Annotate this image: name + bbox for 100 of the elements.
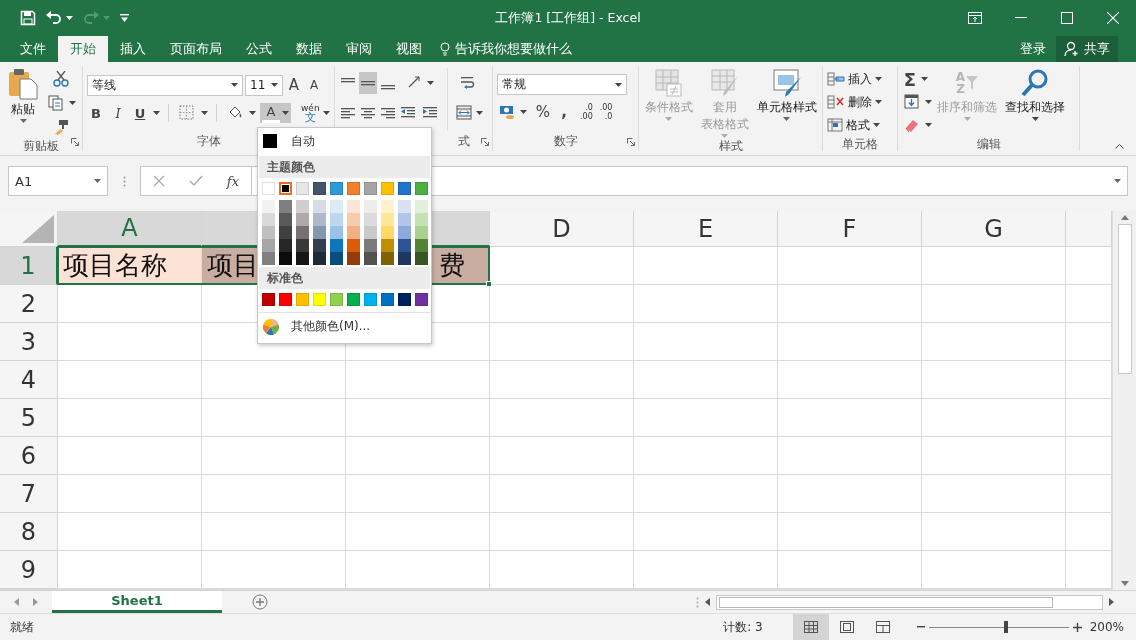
scrollbar-thumb[interactable] [1117, 224, 1132, 374]
percent-button[interactable]: % [534, 101, 552, 123]
color-swatch[interactable] [279, 239, 292, 252]
caret-icon[interactable] [875, 100, 882, 104]
color-swatch[interactable] [279, 213, 292, 226]
color-swatch[interactable] [347, 226, 360, 239]
ribbon-tab[interactable]: 插入 [108, 36, 158, 62]
ribbon-display-icon[interactable] [968, 12, 982, 24]
color-swatch[interactable] [330, 226, 343, 239]
customize-icon[interactable] [120, 14, 129, 22]
format-painter-icon[interactable] [53, 119, 69, 135]
color-swatch[interactable] [313, 239, 326, 252]
color-swatch[interactable] [415, 200, 428, 213]
scroll-up-icon[interactable] [1120, 215, 1129, 220]
color-swatch[interactable] [398, 200, 411, 213]
shrink-font-button[interactable]: A [305, 74, 323, 96]
column-header[interactable]: E [634, 211, 778, 247]
underline-button[interactable]: U [131, 102, 149, 124]
scrollbar-thumb[interactable] [719, 596, 1053, 608]
italic-button[interactable]: I [109, 102, 127, 124]
caret-icon[interactable] [282, 111, 289, 115]
color-swatch[interactable] [262, 239, 275, 252]
color-swatch[interactable] [415, 226, 428, 239]
color-swatch[interactable] [364, 252, 377, 265]
scroll-left-icon[interactable] [705, 598, 710, 606]
color-swatch[interactable] [330, 213, 343, 226]
color-swatch[interactable] [415, 239, 428, 252]
caret-icon[interactable] [925, 123, 932, 127]
align-center-icon[interactable] [361, 106, 375, 120]
row-header[interactable]: 2 [0, 285, 58, 323]
phonetic-guide-button[interactable]: wén 文 [301, 103, 320, 123]
align-left-icon[interactable] [341, 106, 355, 120]
zoom-level[interactable]: 200% [1089, 620, 1124, 634]
previous-sheet-icon[interactable] [14, 598, 19, 606]
color-swatch[interactable] [364, 213, 377, 226]
column-header[interactable] [1066, 211, 1112, 247]
color-swatch[interactable] [398, 226, 411, 239]
color-swatch[interactable] [398, 213, 411, 226]
sign-in-link[interactable]: 登录 [1020, 36, 1046, 62]
caret-icon[interactable] [875, 77, 882, 81]
color-swatch[interactable] [364, 200, 377, 213]
color-swatch[interactable] [347, 200, 360, 213]
select-all-icon[interactable] [22, 215, 54, 243]
caret-icon[interactable] [249, 111, 256, 115]
caret-icon[interactable] [66, 16, 73, 20]
dialog-launcher-icon[interactable] [627, 138, 635, 146]
color-swatch[interactable] [262, 226, 275, 239]
ribbon-tab[interactable]: 文件 [8, 36, 58, 62]
row-header[interactable]: 7 [0, 475, 58, 513]
align-right-icon[interactable] [381, 106, 395, 120]
color-swatch[interactable] [381, 239, 394, 252]
column-header[interactable]: D [490, 211, 634, 247]
undo-icon[interactable] [46, 11, 62, 25]
page-break-view-icon[interactable] [875, 621, 890, 633]
row-header[interactable]: 6 [0, 437, 58, 475]
color-swatch[interactable] [296, 200, 309, 213]
row-header[interactable]: 5 [0, 399, 58, 437]
paste-button[interactable]: 粘贴 [4, 68, 42, 138]
color-swatch[interactable] [262, 252, 275, 265]
color-swatch[interactable] [398, 239, 411, 252]
row-header[interactable]: 4 [0, 361, 58, 399]
row-header[interactable]: 8 [0, 513, 58, 551]
caret-icon[interactable] [19, 119, 27, 123]
caret-icon[interactable] [271, 83, 278, 87]
caret-icon[interactable] [322, 111, 330, 115]
copy-icon[interactable] [48, 95, 64, 111]
cut-icon[interactable] [53, 71, 69, 87]
cells-menu-button[interactable]: 插入 [827, 68, 882, 90]
dialog-launcher-icon[interactable] [71, 138, 79, 146]
next-sheet-icon[interactable] [33, 598, 38, 606]
column-header[interactable]: G [922, 211, 1066, 247]
style-button[interactable]: 单元格样式 [753, 68, 820, 138]
caret-icon[interactable] [1031, 117, 1039, 121]
cells-menu-button[interactable]: 删除 [827, 91, 882, 113]
font-size-dropdown[interactable]: 11 [245, 74, 283, 96]
row-header[interactable]: 1 [0, 247, 58, 285]
column-header[interactable]: A [58, 211, 202, 247]
zoom-in-icon[interactable] [1072, 622, 1082, 632]
color-swatch[interactable] [330, 252, 343, 265]
borders-icon[interactable] [179, 105, 195, 121]
caret-icon[interactable] [615, 82, 622, 87]
ribbon-tab[interactable]: 页面布局 [158, 36, 234, 62]
color-swatch[interactable] [296, 213, 309, 226]
ribbon-tab[interactable]: 数据 [284, 36, 334, 62]
caret-icon[interactable] [520, 110, 527, 114]
color-swatch[interactable] [313, 213, 326, 226]
color-swatch[interactable] [279, 200, 292, 213]
increase-decimal-button[interactable]: .0 .00 [580, 103, 593, 121]
name-box[interactable]: A1 [8, 166, 108, 196]
caret-icon[interactable] [925, 100, 932, 104]
row-header[interactable]: 3 [0, 323, 58, 361]
color-swatch[interactable] [296, 226, 309, 239]
color-swatch[interactable] [279, 252, 292, 265]
tell-me-field[interactable]: 告诉我你想要做什么 [440, 36, 572, 62]
caret-icon[interactable] [231, 83, 238, 87]
automatic-color-option[interactable]: 自动 [258, 128, 431, 154]
caret-icon[interactable] [476, 111, 483, 115]
caret-icon[interactable] [201, 111, 208, 115]
bold-button[interactable]: B [87, 102, 105, 124]
color-swatch[interactable] [381, 252, 394, 265]
